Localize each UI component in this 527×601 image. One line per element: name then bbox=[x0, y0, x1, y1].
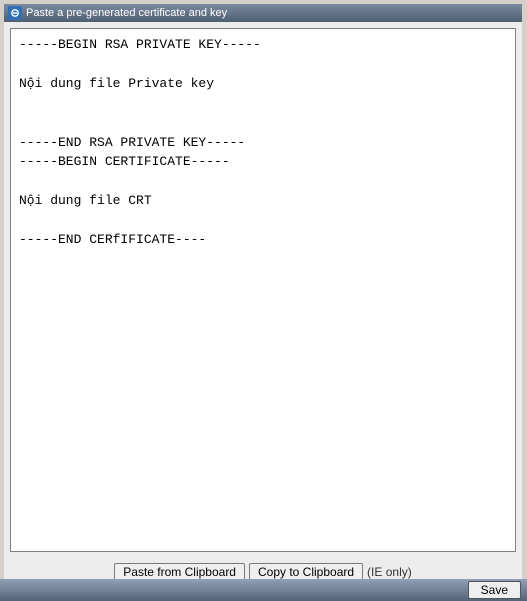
footer-bar: Save bbox=[0, 579, 527, 601]
panel-body bbox=[4, 22, 522, 561]
collapse-icon[interactable] bbox=[8, 6, 22, 20]
panel-title: Paste a pre-generated certificate and ke… bbox=[26, 7, 227, 19]
panel-header: Paste a pre-generated certificate and ke… bbox=[4, 4, 522, 22]
save-button[interactable]: Save bbox=[468, 581, 521, 599]
certificate-textarea[interactable] bbox=[10, 28, 516, 552]
ie-only-note: (IE only) bbox=[367, 565, 412, 579]
certificate-panel: Paste a pre-generated certificate and ke… bbox=[4, 4, 522, 585]
